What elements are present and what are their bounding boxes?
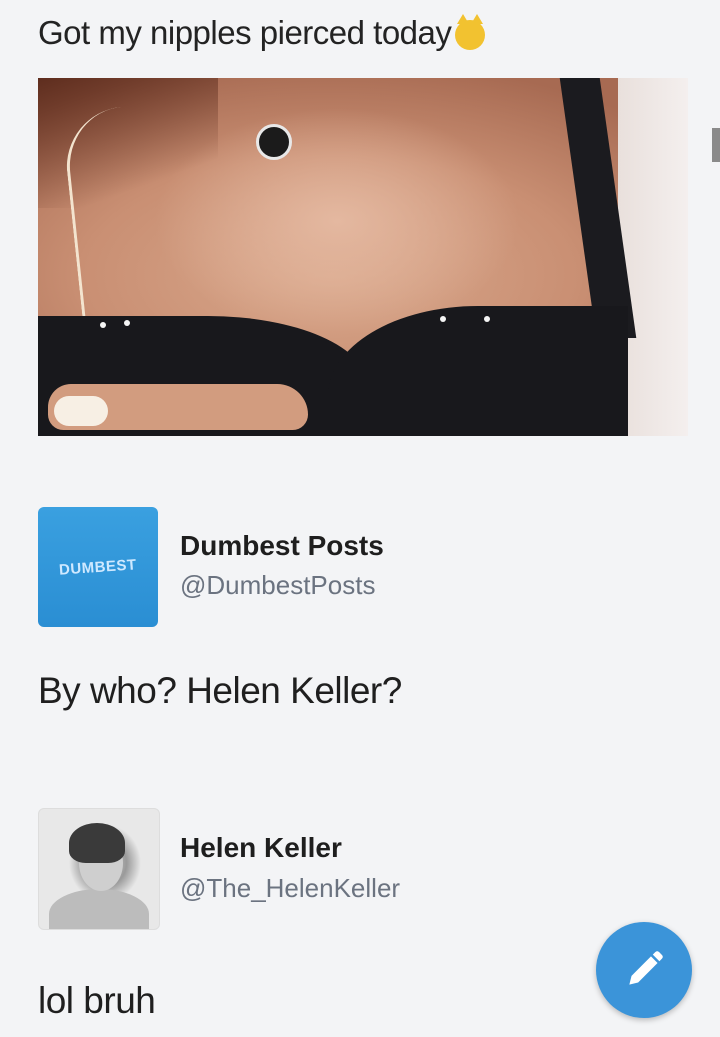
scroll-indicator	[712, 128, 720, 162]
piercing-stud	[124, 320, 130, 326]
caption-text: Got my nipples pierced today	[38, 14, 452, 51]
avatar[interactable]	[38, 808, 160, 930]
photo-nail	[54, 396, 108, 426]
pencil-icon	[629, 951, 663, 985]
piercing-stud	[100, 322, 106, 328]
tweet-text: lol bruh	[38, 980, 156, 1021]
user-handle[interactable]: @DumbestPosts	[180, 570, 375, 601]
cat-emoji-icon	[455, 14, 486, 50]
piercing-stud	[440, 316, 446, 322]
avatar[interactable]: DUMBEST	[38, 507, 158, 627]
user-handle[interactable]: @The_HelenKeller	[180, 873, 400, 904]
yin-yang-pendant	[256, 124, 292, 160]
avatar-hair	[69, 823, 125, 863]
user-name[interactable]: Dumbest Posts	[180, 530, 384, 562]
post-photo[interactable]	[38, 78, 688, 436]
tweet-text: By who? Helen Keller?	[38, 670, 402, 711]
photo-bra-right	[328, 306, 628, 436]
photo-background	[618, 78, 688, 436]
post-caption: Got my nipples pierced today	[38, 14, 486, 52]
avatar-shoulders	[49, 889, 149, 929]
piercing-stud	[484, 316, 490, 322]
compose-button[interactable]	[596, 922, 692, 1018]
avatar-logo-text: DUMBEST	[58, 555, 138, 579]
user-name[interactable]: Helen Keller	[180, 832, 342, 864]
